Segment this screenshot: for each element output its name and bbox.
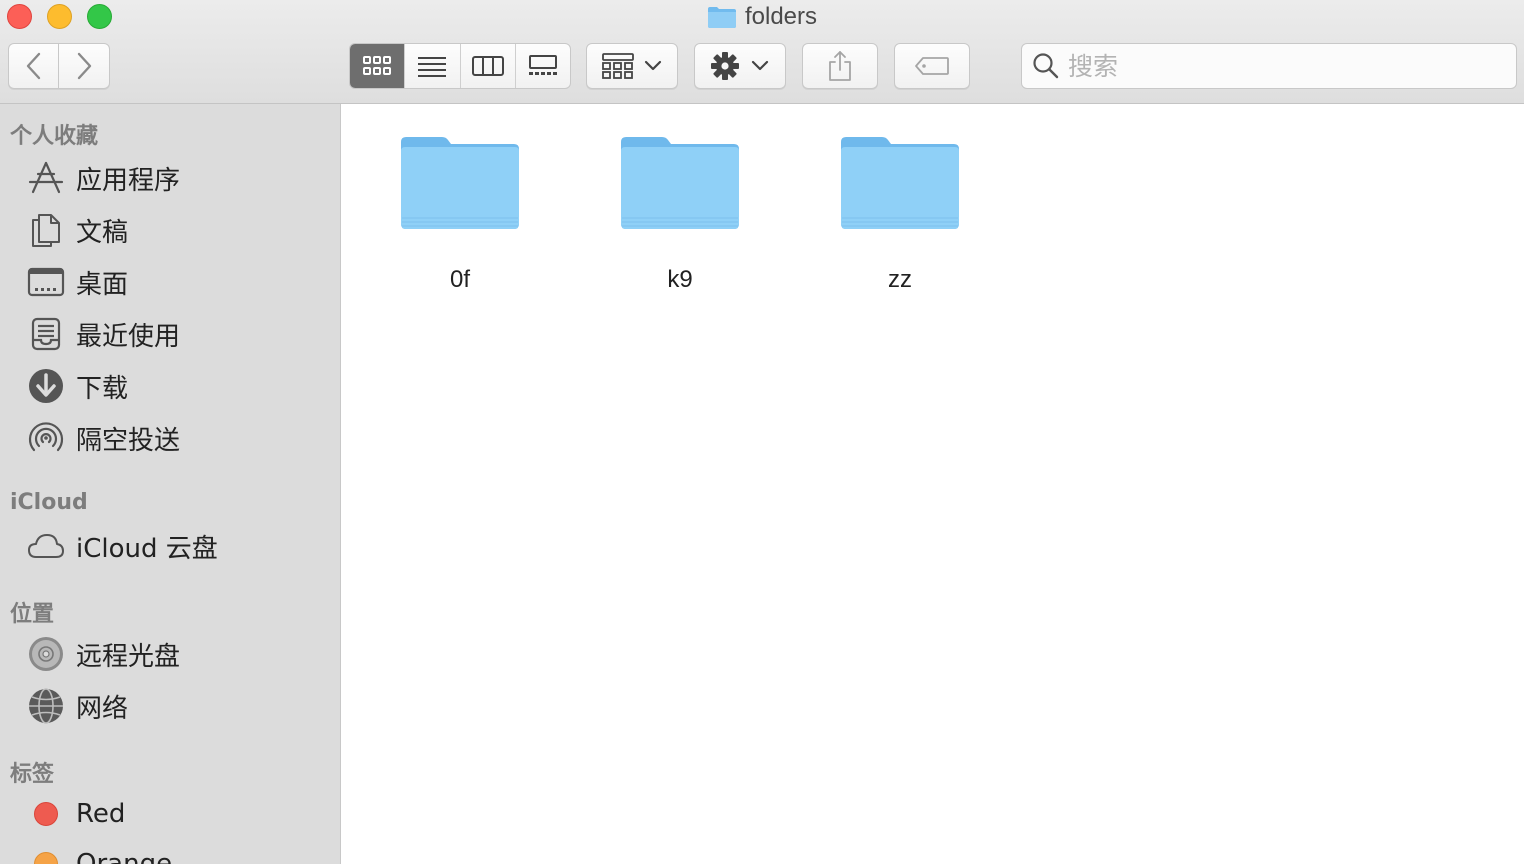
- sidebar-item-downloads[interactable]: 下载: [0, 364, 340, 408]
- sidebar-item-label: 文稿: [76, 217, 129, 248]
- gear-icon: [711, 52, 739, 80]
- edit-tags-button[interactable]: [894, 43, 970, 89]
- applications-icon: [26, 158, 66, 198]
- folder-name: 0f: [449, 266, 470, 293]
- column-view-button[interactable]: [461, 44, 516, 88]
- downloads-icon: [26, 366, 66, 406]
- tag-dot-icon: [26, 844, 66, 864]
- sidebar-item-label: 应用程序: [76, 165, 181, 196]
- tag-color-red: [34, 802, 58, 826]
- sidebar-item-label: 远程光盘: [76, 641, 181, 672]
- desktop-icon: [26, 262, 66, 302]
- folder-icon: [841, 137, 959, 229]
- airdrop-icon: [26, 418, 66, 458]
- share-icon: [829, 51, 851, 81]
- sidebar-section-tags: 标签: [10, 762, 55, 787]
- chevron-right-icon: [77, 52, 92, 80]
- sidebar-section-icloud: iCloud: [10, 490, 88, 515]
- view-mode-group: [349, 43, 571, 89]
- back-button[interactable]: [8, 43, 59, 89]
- folder-icon: [707, 7, 736, 28]
- network-icon: [26, 686, 66, 726]
- share-button[interactable]: [802, 43, 878, 89]
- sidebar-item-airdrop[interactable]: 隔空投送: [0, 416, 340, 460]
- documents-icon: [26, 210, 66, 250]
- window-title: folders: [744, 3, 818, 30]
- icon-view-icon: [363, 56, 392, 75]
- cloud-icon: [26, 526, 66, 566]
- list-view-icon: [418, 57, 447, 77]
- arrange-icon: [602, 53, 634, 79]
- window-title-bar: folders: [0, 2, 1524, 32]
- tag-dot-icon: [26, 794, 66, 834]
- folder-item[interactable]: k9: [600, 134, 760, 304]
- list-view-button[interactable]: [405, 44, 461, 88]
- folder-name: zz: [888, 266, 912, 293]
- sidebar-section-locations: 位置: [10, 602, 55, 627]
- window-toolbar: folders: [0, 0, 1524, 104]
- gallery-view-button[interactable]: [516, 44, 570, 88]
- sidebar-item-network[interactable]: 网络: [0, 684, 340, 728]
- file-browser-content: 0f k9 zz: [342, 104, 1524, 864]
- icon-view-button[interactable]: [350, 44, 406, 88]
- sidebar-item-icloud-drive[interactable]: iCloud 云盘: [0, 524, 340, 568]
- recents-icon: [26, 314, 66, 354]
- sidebar-item-tag-orange[interactable]: Orange: [0, 842, 340, 864]
- sidebar: 个人收藏 应用程序 文稿 桌面 最近使用 下载 隔空投送 iCloud iClo…: [0, 104, 341, 864]
- sidebar-item-documents[interactable]: 文稿: [0, 208, 340, 252]
- forward-button[interactable]: [59, 43, 110, 89]
- sidebar-item-recents[interactable]: 最近使用: [0, 312, 340, 356]
- sidebar-item-applications[interactable]: 应用程序: [0, 156, 340, 200]
- sidebar-item-desktop[interactable]: 桌面: [0, 260, 340, 304]
- sidebar-item-remote-disc[interactable]: 远程光盘: [0, 632, 340, 676]
- sidebar-item-label: Orange: [76, 849, 173, 864]
- sidebar-section-favorites: 个人收藏: [10, 124, 99, 149]
- search-input[interactable]: [1068, 51, 1468, 81]
- group-by-button[interactable]: [586, 43, 678, 89]
- remote-disc-icon: [26, 634, 66, 674]
- sidebar-item-label: 桌面: [76, 269, 129, 300]
- column-view-icon: [471, 56, 504, 76]
- action-menu-button[interactable]: [694, 43, 786, 89]
- folder-item[interactable]: 0f: [380, 134, 540, 304]
- sidebar-item-label: 下载: [76, 373, 129, 404]
- folder-name: k9: [667, 266, 693, 293]
- folder-icon: [621, 137, 739, 229]
- chevron-down-icon: [751, 60, 769, 71]
- sidebar-item-label: 最近使用: [76, 321, 181, 352]
- chevron-down-icon: [644, 60, 662, 71]
- gallery-view-icon: [528, 55, 557, 75]
- tag-icon: [915, 57, 949, 75]
- sidebar-item-label: Red: [76, 799, 126, 829]
- search-field[interactable]: [1021, 43, 1517, 89]
- folder-item[interactable]: zz: [820, 134, 980, 304]
- sidebar-item-label: 网络: [76, 693, 129, 724]
- tag-color-orange: [34, 852, 58, 864]
- search-icon: [1033, 53, 1059, 79]
- sidebar-item-label: 隔空投送: [76, 425, 181, 456]
- sidebar-item-label: iCloud 云盘: [76, 533, 218, 564]
- folder-icon: [401, 137, 519, 229]
- chevron-left-icon: [26, 52, 40, 80]
- sidebar-item-tag-red[interactable]: Red: [0, 792, 340, 836]
